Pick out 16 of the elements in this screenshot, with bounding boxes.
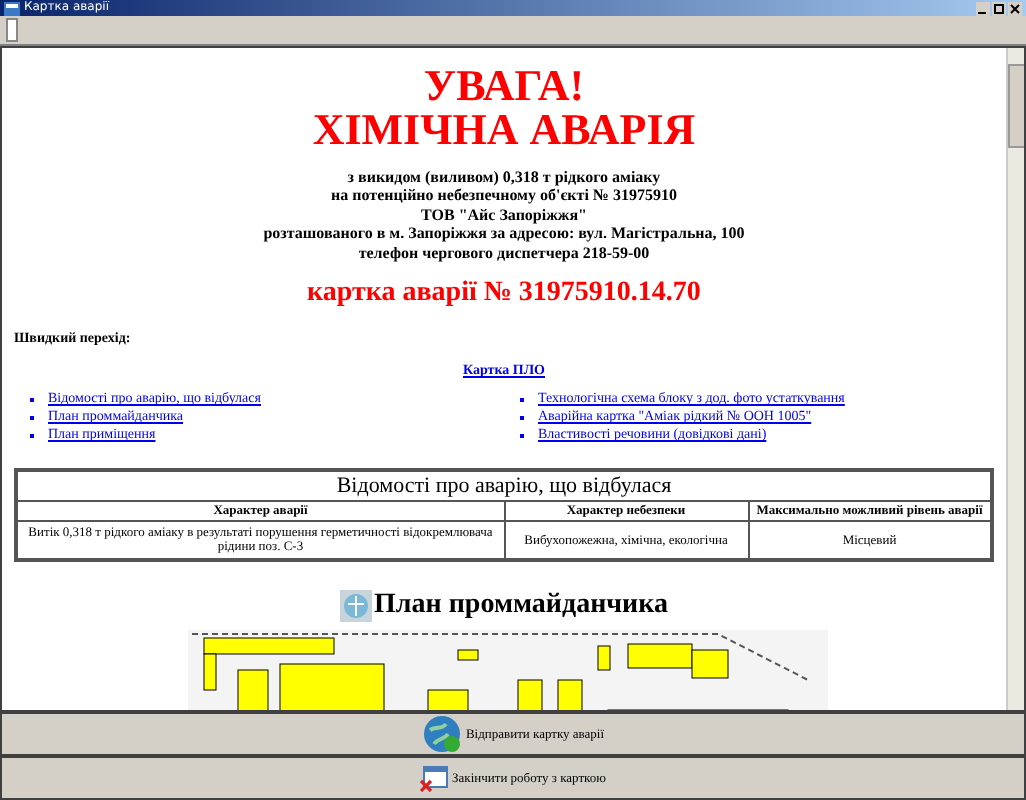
incident-details-line: ТОВ "Айс Запоріжжя" <box>419 205 589 225</box>
alert-heading: УВАГА! <box>421 63 587 108</box>
minimize-icon[interactable] <box>976 1 990 15</box>
incident-details-line: телефон чергового диспетчера 218-59-00 <box>356 243 652 263</box>
alert-heading: ХІМІЧНА АВАРІЯ <box>310 107 698 152</box>
scrollbar[interactable] <box>1006 47 1024 711</box>
close-window-icon <box>420 765 449 792</box>
table-title: Відомості про аварію, що відбулася <box>16 470 992 502</box>
plan-heading: План проммайданчика <box>374 590 668 623</box>
incident-details-line: розташованого в м. Запоріжжя за адресою: вул. Магістральна, 100 <box>261 224 747 244</box>
close-icon[interactable] <box>1008 1 1022 15</box>
card-number: картка аварії № 31975910.14.70 <box>305 278 703 311</box>
maximize-icon[interactable] <box>992 1 1006 15</box>
incident-details-line: з викидом (виливом) 0,318 т рідкого аміаку <box>345 167 663 187</box>
incident-details-line: на потенційно небезпечному об'єкті № 31975910 <box>329 186 679 206</box>
window-icon <box>4 1 20 15</box>
